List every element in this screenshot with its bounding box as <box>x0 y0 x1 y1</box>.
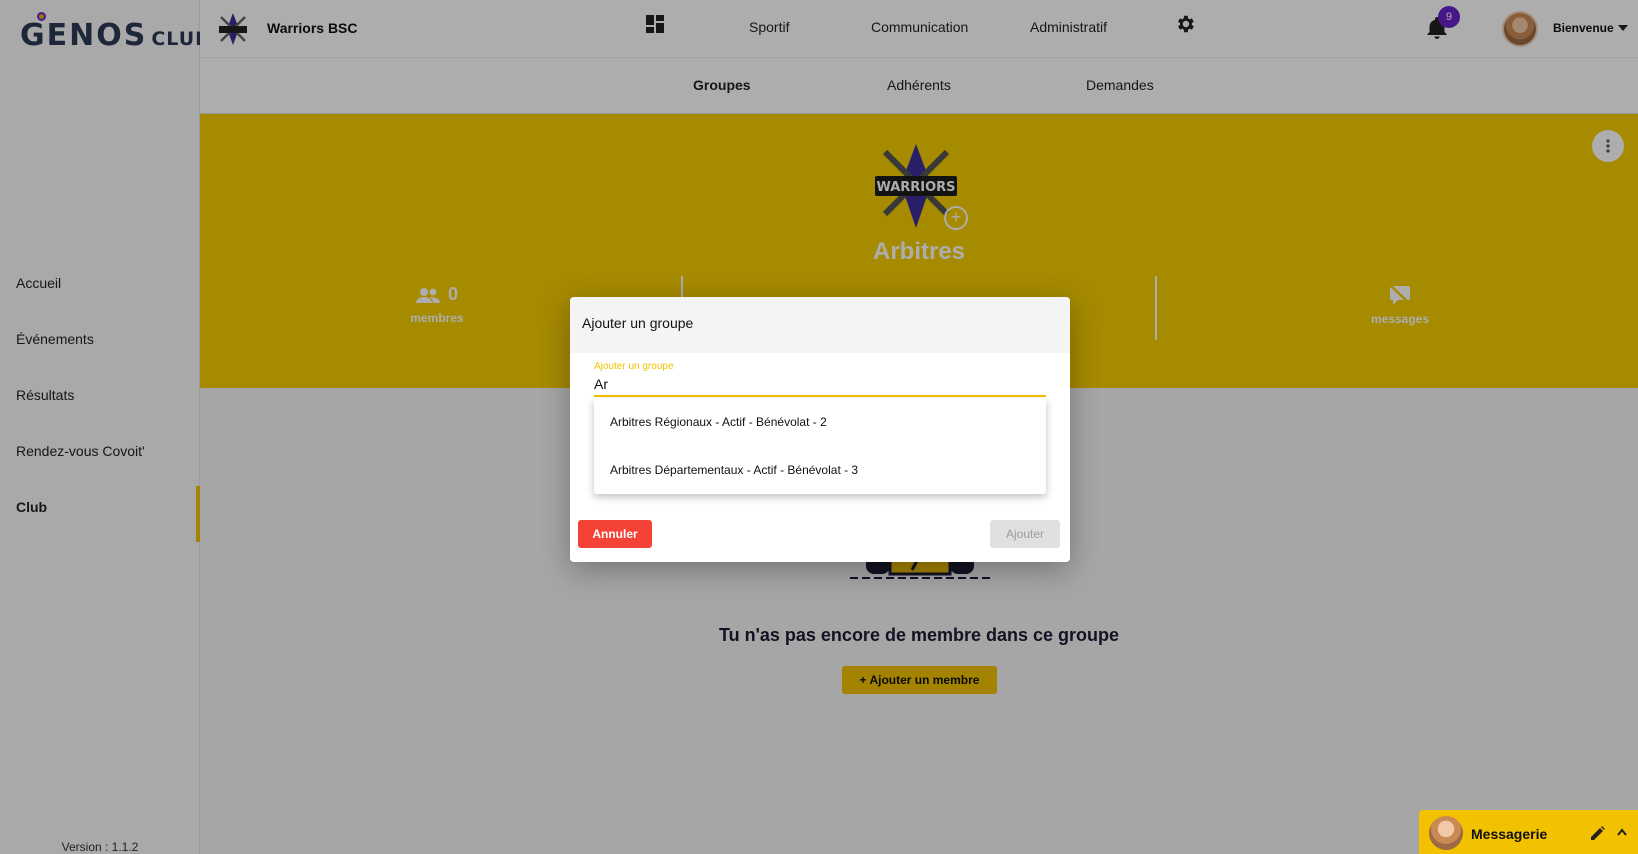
submit-add-button[interactable]: Ajouter <box>990 520 1060 548</box>
cancel-button[interactable]: Annuler <box>578 520 652 548</box>
messagerie-avatar <box>1429 816 1463 850</box>
autocomplete-option[interactable]: Arbitres Régionaux - Actif - Bénévolat -… <box>594 398 1046 446</box>
dialog-title: Ajouter un groupe <box>570 297 1070 353</box>
autocomplete-dropdown: Arbitres Régionaux - Actif - Bénévolat -… <box>594 398 1046 494</box>
add-group-dialog: Ajouter un groupe Ajouter un groupe Arbi… <box>570 297 1070 562</box>
group-field-label: Ajouter un groupe <box>594 361 674 372</box>
pen-icon[interactable] <box>1591 826 1605 840</box>
group-search-input[interactable] <box>594 373 1046 397</box>
autocomplete-option[interactable]: Arbitres Départementaux - Actif - Bénévo… <box>594 446 1046 494</box>
chevron-up-icon[interactable] <box>1617 828 1627 836</box>
messagerie-label: Messagerie <box>1471 826 1548 842</box>
messagerie-bar[interactable]: Messagerie <box>1419 810 1638 854</box>
